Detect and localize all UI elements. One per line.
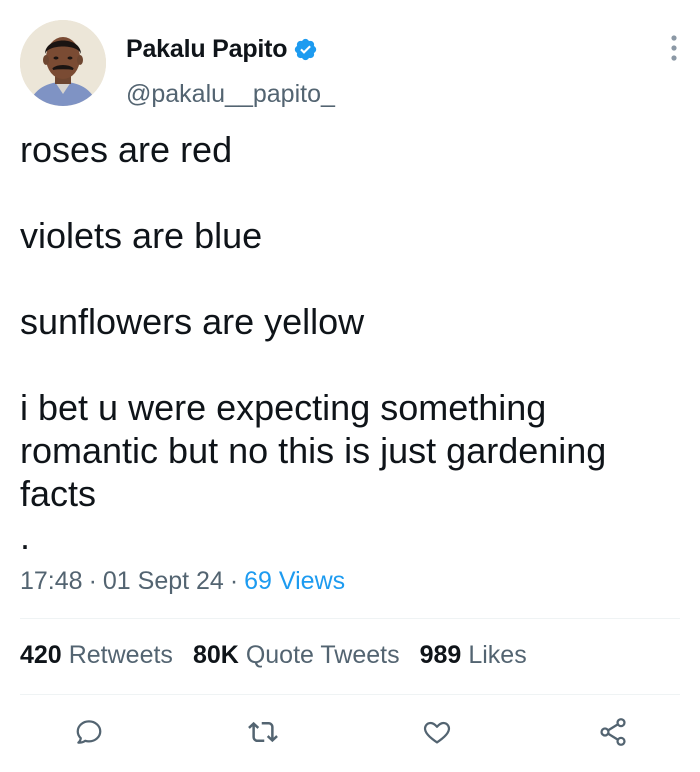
tweet-meta: 17:48 · 01 Sept 24 · 69 Views [20, 567, 345, 596]
like-button[interactable] [417, 712, 457, 752]
tweet-line: . [20, 516, 31, 557]
display-name[interactable]: Pakalu Papito [126, 35, 288, 64]
view-count[interactable]: 69 Views [244, 567, 345, 596]
retweet-icon [248, 721, 278, 743]
tweet-date[interactable]: 01 Sept 24 [103, 567, 224, 596]
tweet-time[interactable]: 17:48 [20, 567, 83, 596]
retweet-button[interactable] [243, 712, 283, 752]
quote-tweets-label: Quote Tweets [245, 641, 400, 669]
user-handle[interactable]: @pakalu__papito_ [126, 80, 335, 109]
retweets-stat[interactable]: 420 Retweets [20, 641, 173, 670]
retweets-count: 420 [20, 641, 62, 669]
retweets-label: Retweets [68, 641, 173, 669]
divider [20, 618, 680, 619]
verified-badge-icon [293, 37, 318, 62]
quote-tweets-stat[interactable]: 80K Quote Tweets [193, 641, 400, 670]
tweet-line: roses are red [20, 129, 233, 170]
meta-separator: · [88, 567, 97, 595]
tweet-line: sunflowers are yellow [20, 301, 365, 342]
reply-icon [76, 720, 102, 744]
avatar[interactable] [20, 20, 106, 106]
tweet-card: Pakalu Papito @pakalu__papito_ roses are… [0, 0, 700, 772]
name-row: Pakalu Papito [126, 33, 318, 65]
divider [20, 694, 680, 695]
tweet-line: violets are blue [20, 215, 263, 256]
quote-tweets-count: 80K [192, 641, 239, 669]
likes-stat[interactable]: 989 Likes [420, 641, 527, 670]
like-icon [423, 721, 451, 744]
share-button[interactable] [593, 712, 633, 752]
more-options-icon[interactable] [666, 32, 682, 64]
avatar-image [20, 20, 106, 106]
tweet-text: roses are red violets are blue sunflower… [20, 128, 680, 558]
tweet-line: i bet u were expecting something romanti… [20, 387, 607, 514]
reply-button[interactable] [69, 712, 109, 752]
share-icon [600, 718, 626, 746]
likes-count: 989 [419, 641, 462, 669]
meta-separator: · [229, 567, 239, 595]
likes-label: Likes [468, 641, 527, 669]
engagement-stats: 420 Retweets 80K Quote Tweets 989 Likes [20, 641, 547, 670]
